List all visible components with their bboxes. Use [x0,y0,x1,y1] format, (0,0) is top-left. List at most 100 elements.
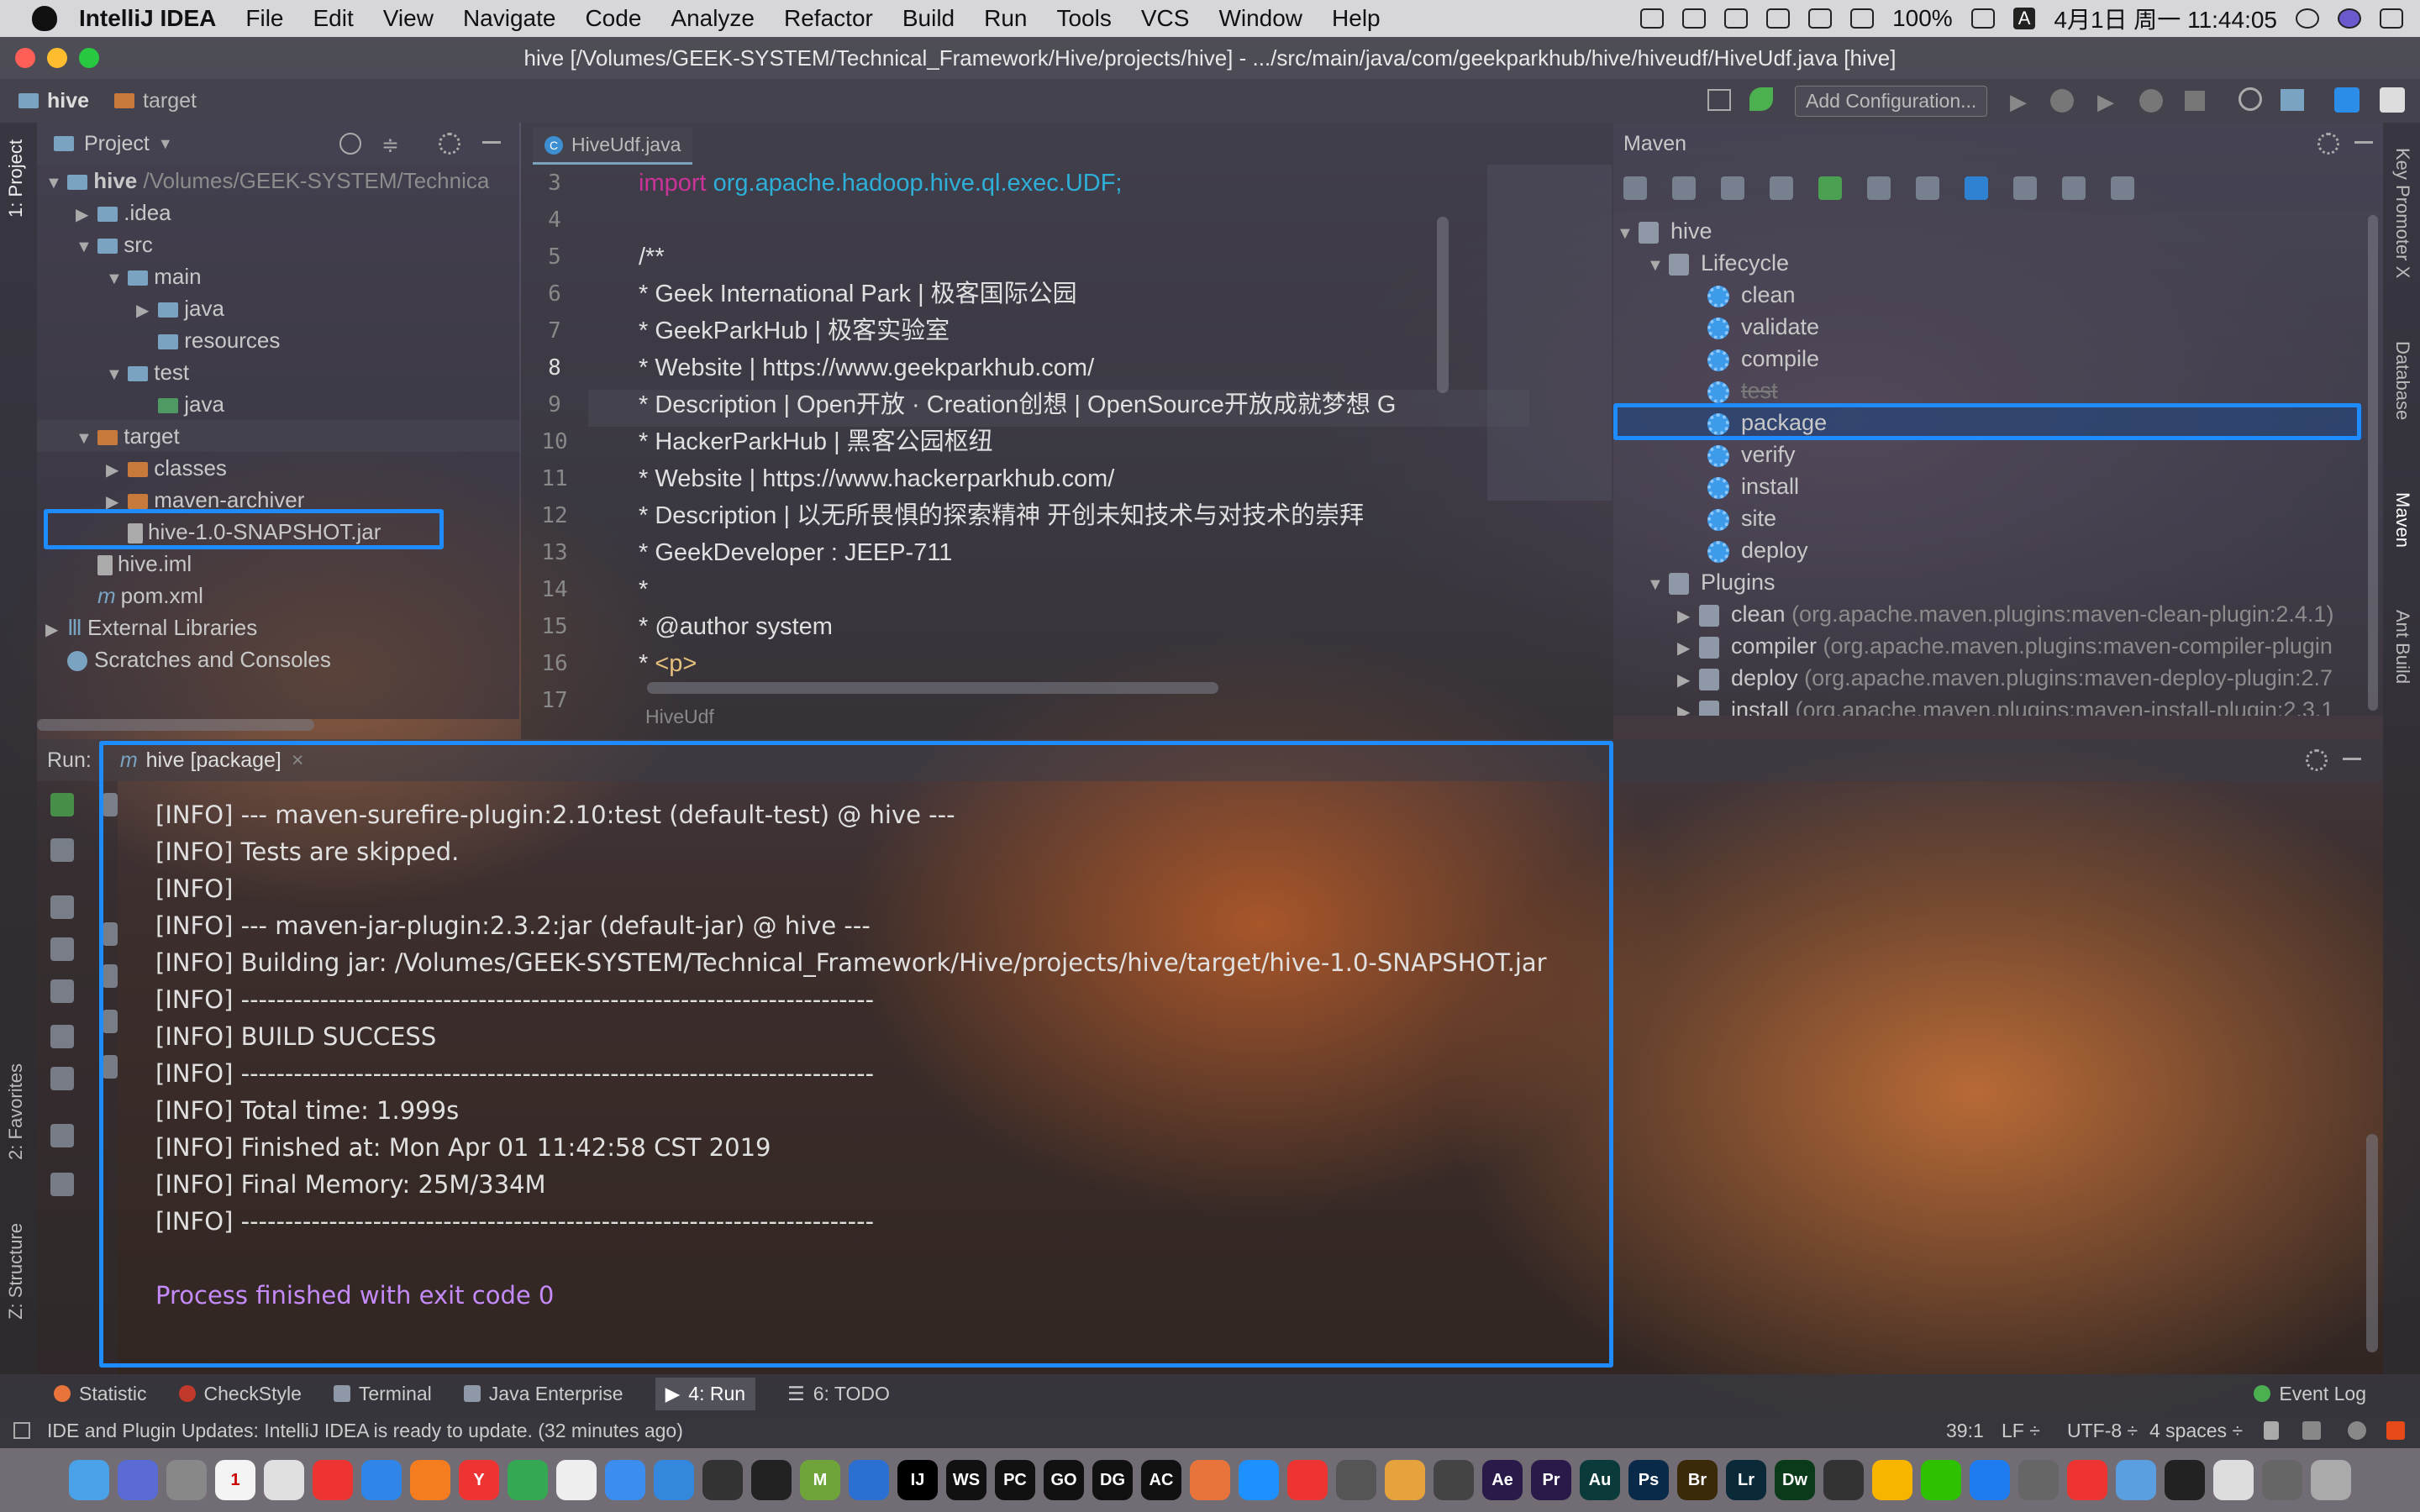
dock-app-icon[interactable] [1336,1460,1376,1500]
collapse-all-icon[interactable] [2062,176,2086,200]
dock-app-icon[interactable] [2116,1460,2156,1500]
chevron-right-icon[interactable]: ▶ [1677,601,1699,630]
tree-node-target[interactable]: ▼ target [37,420,519,452]
tree-node-idea[interactable]: ▶ .idea [76,197,171,228]
lock-icon[interactable] [2264,1421,2279,1440]
toggle-offline-icon[interactable] [1916,176,1939,200]
tab-structure[interactable]: Z: Structure [5,1223,27,1320]
code-line[interactable]: * HackerParkHub | 黑客公园枢纽 [639,423,1521,460]
code-line[interactable]: import org.apache.hadoop.hive.ql.exec.UD… [639,165,1521,202]
dock-app-icon[interactable] [1921,1460,1961,1500]
plugin-clean[interactable]: ▶ clean (org.apache.maven.plugins:maven-c… [1677,598,2349,630]
dock-app-icon[interactable] [2018,1460,2059,1500]
event-log-button[interactable]: Event Log [2254,1383,2366,1405]
dock-app-icon[interactable]: GO [1044,1460,1084,1500]
goal-site[interactable]: site [1707,502,1776,534]
tree-node-resources[interactable]: resources [158,324,280,356]
goal-validate[interactable]: validate [1707,311,1819,343]
dock-app-icon[interactable]: DG [1092,1460,1133,1500]
coverage-icon[interactable]: ▶ [2097,89,2114,115]
battery-icon[interactable] [1970,8,1995,29]
chevron-down-icon[interactable]: ▼ [76,231,97,263]
tab-todo[interactable]: ☰ 6: TODO [787,1383,890,1405]
menu-edit[interactable]: Edit [313,5,354,32]
search-everywhere-icon[interactable] [2238,87,2262,111]
dock-app-icon[interactable] [264,1460,304,1500]
menu-view[interactable]: View [383,5,434,32]
rerun-icon[interactable] [50,793,74,816]
close-window-icon[interactable] [15,48,35,68]
dock-app-icon[interactable] [166,1460,207,1500]
dock-app-icon[interactable] [69,1460,109,1500]
box-status-icon[interactable] [1640,8,1665,29]
goal-install[interactable]: install [1707,470,1799,502]
vertical-scrollbar[interactable] [2368,215,2378,711]
dock-app-icon[interactable] [751,1460,792,1500]
dock-app-icon[interactable] [654,1460,694,1500]
settings-gear-icon[interactable] [2317,133,2339,155]
tab-ant-build[interactable]: Ant Build [2391,610,2413,684]
dock-app-icon[interactable] [1287,1460,1328,1500]
chevron-down-icon[interactable]: ▼ [1647,249,1669,281]
vertical-scrollbar[interactable] [1437,217,1449,393]
send-status-icon[interactable] [1682,8,1707,29]
collapse-all-icon[interactable]: ≑ [381,133,399,158]
spotlight-search-icon[interactable] [2296,8,2319,29]
tab-database[interactable]: Database [2391,341,2413,420]
chevron-right-icon[interactable]: ▶ [1677,696,1699,716]
dock-app-icon[interactable] [1970,1460,2010,1500]
tree-node-test-java[interactable]: java [158,388,224,420]
wrench-icon[interactable] [2111,176,2134,200]
code-line[interactable]: * Description | 以无所畏惧的探索精神 开创未知技术与对技术的崇拜 [639,497,1521,534]
code-line[interactable]: * <p> [639,645,1521,682]
dock-app-icon[interactable] [2213,1460,2254,1500]
tab-key-promoter[interactable]: Key Promoter X [2391,148,2413,278]
dock-app-icon[interactable]: Ps [1628,1460,1669,1500]
tab-terminal[interactable]: Terminal [333,1383,432,1405]
status-message[interactable]: IDE and Plugin Updates: IntelliJ IDEA is… [47,1420,683,1442]
project-structure-icon[interactable] [2281,89,2304,111]
hide-panel-icon[interactable] [2354,141,2373,144]
reload-icon[interactable] [1623,176,1647,200]
code-line[interactable]: * Website | https://www.hackerparkhub.co… [639,460,1521,497]
tree-node-classes[interactable]: ▶ classes [106,452,227,484]
code-line[interactable]: * GeekParkHub | 极客实验室 [639,312,1521,349]
input-method[interactable]: A [2012,8,2036,29]
vertical-scrollbar[interactable] [2366,1134,2378,1352]
code-line[interactable]: * Description | Open开放 · Creation创想 | Op… [639,386,1521,423]
pin-icon[interactable] [50,1173,74,1196]
dock-app-icon[interactable] [1434,1460,1474,1500]
dock-app-icon[interactable]: Ae [1482,1460,1523,1500]
dock-app-icon[interactable] [361,1460,402,1500]
dock-app-icon[interactable]: M [800,1460,840,1500]
hide-panel-icon[interactable] [482,141,501,144]
chevron-right-icon[interactable]: ▶ [1677,633,1699,662]
menu-tools[interactable]: Tools [1056,5,1111,32]
exit-icon[interactable] [50,1067,74,1090]
chevron-right-icon[interactable]: ▶ [1677,664,1699,694]
notification-center-icon[interactable] [2380,8,2403,29]
download-icon[interactable] [1721,176,1744,200]
dock-app-icon[interactable] [849,1460,889,1500]
tree-node-main[interactable]: ▼ main [106,260,202,292]
layout-icon[interactable] [50,1124,74,1147]
dock-app-icon[interactable] [1385,1460,1425,1500]
menu-vcs[interactable]: VCS [1141,5,1190,32]
stop-icon[interactable] [50,895,74,919]
dock-app-icon[interactable] [2311,1460,2351,1500]
plugin-deploy[interactable]: ▶ deploy (org.apache.maven.plugins:maven-… [1677,662,2349,694]
chevron-down-icon[interactable]: ▼ [158,135,173,153]
translate-icon[interactable] [2334,87,2360,113]
menu-window[interactable]: Window [1218,5,1302,32]
dock-app-icon[interactable]: PC [995,1460,1035,1500]
dock-app-icon[interactable] [605,1460,645,1500]
tab-run[interactable]: ▶ 4: Run [655,1377,756,1410]
menu-file[interactable]: File [245,5,283,32]
run-icon[interactable]: ▶ [2010,89,2027,115]
maven-node-plugins[interactable]: ▼ Plugins [1647,566,1776,598]
maven-node-hive[interactable]: ▼ hive [1617,215,1712,247]
tree-node-iml[interactable]: hive.iml [97,548,192,580]
dock-app-icon[interactable]: Lr [1726,1460,1766,1500]
goal-test[interactable]: test [1707,375,1778,407]
dock-app-icon[interactable] [1239,1460,1279,1500]
